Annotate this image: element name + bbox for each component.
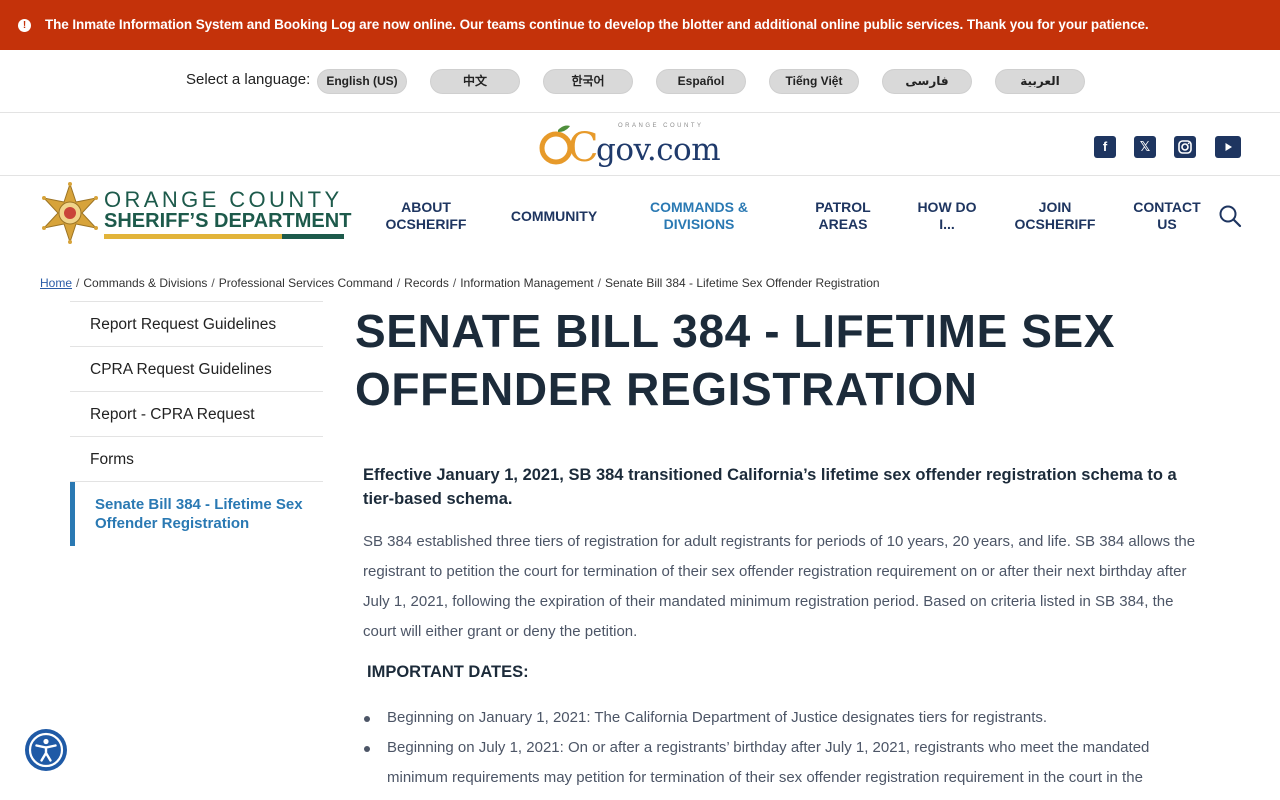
language-chinese-button[interactable]: 中文 (430, 69, 520, 94)
youtube-glyph (1225, 143, 1232, 151)
ocgov-tagline: ORANGE COUNTY (618, 123, 704, 129)
important-dates-list: Beginning on January 1, 2021: The Califo… (364, 703, 1202, 793)
youtube-icon[interactable] (1215, 136, 1241, 158)
nav-patrol-areas[interactable]: PATROL AREAS (810, 199, 876, 233)
language-english-button[interactable]: English (US) (317, 69, 407, 94)
ocgov-wordmark: gov.com (596, 132, 721, 168)
logo-stripe-gold (104, 234, 282, 239)
accessibility-button[interactable] (25, 729, 67, 771)
x-icon[interactable]: 𝕏 (1134, 136, 1156, 158)
sidebar-item-report-cpra-request[interactable]: Report - CPRA Request (70, 392, 323, 437)
nav-join-ocsheriff[interactable]: JOIN OCSHERIFF (1012, 199, 1098, 233)
nav-about-ocsheriff[interactable]: ABOUT OCSHERIFF (381, 199, 471, 233)
nav-community[interactable]: COMMUNITY (505, 208, 603, 225)
breadcrumb: Home / Commands & Divisions / Professional S… (40, 276, 880, 290)
alert-text: The Inmate Information System and Bookin… (45, 17, 1149, 32)
lead-paragraph: Effective January 1, 2021, SB 384 transi… (363, 466, 1177, 508)
nav-commands-divisions[interactable]: COMMANDS & DIVISIONS (644, 199, 754, 233)
main-nav: ORANGE COUNTY SHERIFF’S DEPARTMENT ABOUT… (0, 177, 1280, 259)
language-bar: Select a language: English (US) 中文 한국어 E… (0, 50, 1280, 113)
facebook-icon[interactable]: f (1094, 136, 1116, 158)
accessibility-icon (28, 732, 64, 768)
language-label: Select a language: (186, 71, 311, 88)
breadcrumb-professional-services[interactable]: Professional Services Command (219, 276, 393, 290)
breadcrumb-information-management[interactable]: Information Management (460, 276, 593, 290)
language-arabic-button[interactable]: العربية (995, 69, 1085, 94)
sidebar-item-report-request-guidelines[interactable]: Report Request Guidelines (70, 302, 323, 347)
logo-stripe-green (282, 234, 344, 239)
sidebar-item-forms[interactable]: Forms (70, 437, 323, 482)
body-paragraph: SB 384 established three tiers of regist… (363, 533, 1196, 640)
ocgov-c: C (568, 125, 599, 171)
instagram-glyph (1178, 140, 1192, 154)
alert-circle-icon: ! (18, 19, 31, 32)
nav-how-do-i[interactable]: HOW DO I... (912, 199, 982, 233)
page-title: SENATE BILL 384 - LIFETIME SEX OFFENDER … (355, 305, 1116, 415)
breadcrumb-home[interactable]: Home (40, 276, 72, 290)
language-korean-button[interactable]: 한국어 (543, 69, 633, 94)
sheriff-star-badge-icon[interactable] (40, 182, 100, 244)
breadcrumb-records[interactable]: Records (404, 276, 449, 290)
sidebar-item-cpra-request-guidelines[interactable]: CPRA Request Guidelines (70, 347, 323, 392)
alert-banner: ! The Inmate Information System and Book… (0, 0, 1280, 50)
sidebar-nav: Report Request Guidelines CPRA Request G… (70, 301, 323, 546)
language-spanish-button[interactable]: Español (656, 69, 746, 94)
language-farsi-button[interactable]: فارسی (882, 69, 972, 94)
breadcrumb-commands-divisions[interactable]: Commands & Divisions (83, 276, 207, 290)
search-icon[interactable] (1218, 204, 1242, 228)
language-vietnamese-button[interactable]: Tiếng Việt (769, 69, 859, 94)
sheriff-logo-line2[interactable]: SHERIFF’S DEPARTMENT (104, 210, 351, 233)
ocgov-logo[interactable]: C gov.com ORANGE COUNTY (538, 120, 743, 170)
sidebar-item-senate-bill-384[interactable]: Senate Bill 384 - Lifetime Sex Offender … (70, 482, 323, 546)
important-dates-heading: IMPORTANT DATES: (367, 663, 529, 681)
breadcrumb-current: Senate Bill 384 - Lifetime Sex Offender … (604, 276, 880, 290)
list-item: Beginning on July 1, 2021: On or after a… (364, 733, 1202, 793)
site-header: C gov.com ORANGE COUNTY f 𝕏 (0, 114, 1280, 176)
instagram-icon[interactable] (1174, 136, 1196, 158)
list-item: Beginning on January 1, 2021: The Califo… (364, 703, 1202, 733)
nav-contact-us[interactable]: CONTACT US (1130, 199, 1204, 233)
